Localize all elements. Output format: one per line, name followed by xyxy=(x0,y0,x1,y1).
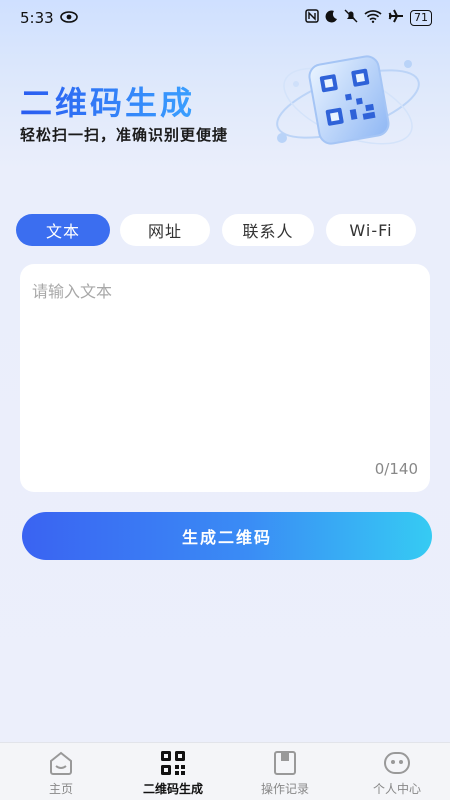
battery-indicator: 71 xyxy=(410,10,432,26)
record-icon xyxy=(271,749,299,777)
nav-item-profile[interactable]: 个人中心 xyxy=(352,749,442,800)
airplane-icon xyxy=(388,9,404,27)
text-input[interactable] xyxy=(32,278,418,448)
nav-item-qr-generate[interactable]: 二维码生成 xyxy=(128,749,218,800)
eye-icon xyxy=(59,9,78,27)
status-bar: 5:33 71 xyxy=(0,0,450,36)
nav-item-records[interactable]: 操作记录 xyxy=(240,749,330,800)
nav-label-profile: 个人中心 xyxy=(372,782,421,796)
status-right: 71 xyxy=(305,9,432,27)
nav-label-qr-generate: 二维码生成 xyxy=(142,782,203,796)
text-input-card: 0/140 xyxy=(20,264,430,492)
generate-qr-button[interactable]: 生成二维码 xyxy=(22,512,432,560)
tab-wifi[interactable]: Wi-Fi xyxy=(326,214,416,246)
bottom-nav: 主页 二维码生成 操作记录 个人中心 xyxy=(0,742,450,800)
tab-text[interactable]: 文本 xyxy=(16,214,110,246)
nfc-icon xyxy=(305,9,319,27)
tab-url[interactable]: 网址 xyxy=(120,214,210,246)
moon-icon xyxy=(325,9,338,27)
profile-icon xyxy=(383,749,411,777)
char-counter: 0/140 xyxy=(374,460,418,478)
qr-code-icon xyxy=(159,749,187,777)
type-tabs: 文本 网址 联系人 Wi-Fi xyxy=(16,214,416,248)
page-subtitle: 轻松扫一扫，准确识别更便捷 xyxy=(20,126,229,144)
page-title: 二维码生成 xyxy=(20,78,195,124)
status-left: 5:33 xyxy=(20,9,78,27)
nav-label-records: 操作记录 xyxy=(260,782,309,796)
status-time: 5:33 xyxy=(20,9,54,27)
tab-contact[interactable]: 联系人 xyxy=(222,214,314,246)
mute-icon xyxy=(344,9,358,27)
nav-item-home[interactable]: 主页 xyxy=(16,749,106,800)
qr-code-illustration xyxy=(268,44,428,164)
wifi-icon xyxy=(364,9,382,27)
nav-label-home: 主页 xyxy=(48,782,73,796)
home-icon xyxy=(47,749,75,777)
